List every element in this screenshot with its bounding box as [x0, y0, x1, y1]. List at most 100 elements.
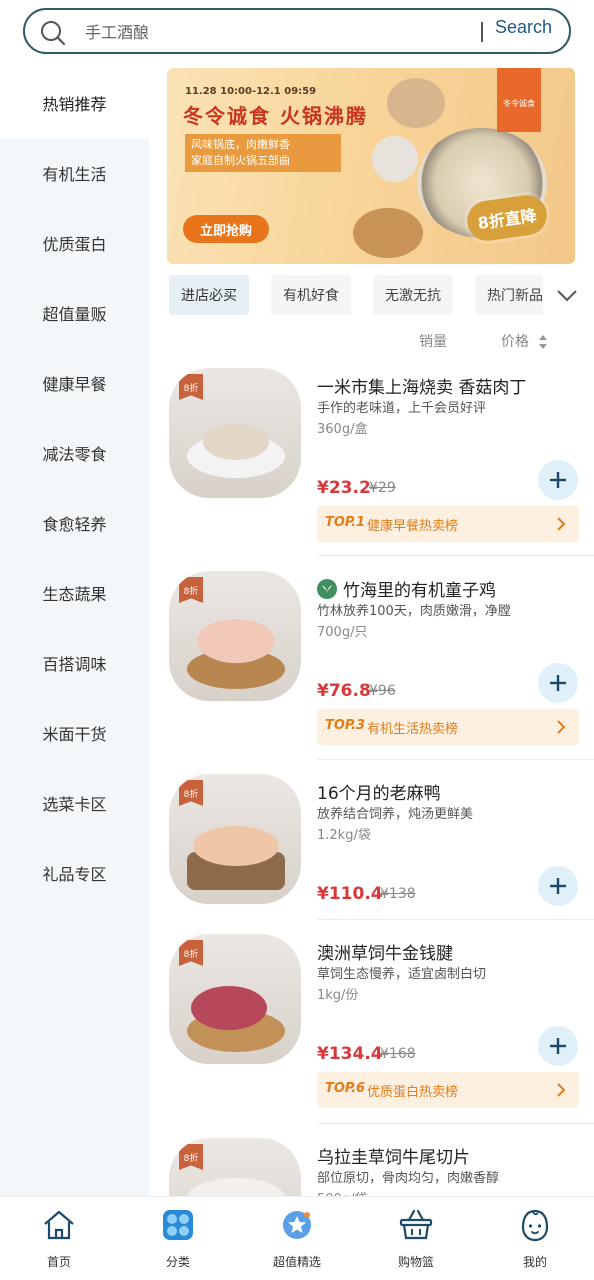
product-desc: 草饲生态慢养，适宜卤制白切	[317, 967, 487, 982]
sidebar-item-organic[interactable]: 有机生活	[0, 138, 149, 208]
banner-food-plate	[387, 78, 445, 128]
sidebar-item-protein[interactable]: 优质蛋白	[0, 208, 149, 278]
tab-must-buy[interactable]: 进店必买	[169, 275, 249, 315]
sidebar-item-snacks[interactable]: 减法零食	[0, 418, 149, 488]
product-title[interactable]: 一米市集上海烧卖 香菇肉丁	[317, 373, 526, 398]
search-button[interactable]: Search	[495, 17, 552, 38]
rank-text: 有机生活热卖榜	[367, 722, 459, 737]
app-page: Search 热销推荐 有机生活 优质蛋白 超值量贩 健康早餐 减法零食 食愈轻…	[0, 0, 594, 1280]
divider	[317, 1123, 594, 1124]
banner-subtitle: 风味锅底，肉嫩鲜香 家庭自制火锅五部曲	[185, 134, 341, 172]
sort-bar: 销量 价格	[149, 330, 594, 352]
product-price: ¥134.4	[317, 1044, 383, 1064]
discount-tag: 8折	[179, 780, 203, 806]
tab-new[interactable]: 热门新品	[475, 275, 543, 315]
nav-label: 分类	[165, 1255, 190, 1269]
plus-icon	[550, 472, 566, 488]
tab-no-hormone[interactable]: 无激无抗	[373, 275, 453, 315]
sort-price[interactable]: 价格	[501, 331, 529, 351]
sidebar-item-seasoning[interactable]: 百搭调味	[0, 628, 149, 698]
sidebar-item-veg-card[interactable]: 选菜卡区	[0, 768, 149, 838]
product-desc: 竹林放养100天，肉质嫩滑，净膛	[317, 604, 511, 619]
chevron-right-icon	[557, 720, 566, 734]
basket-icon	[399, 1209, 433, 1240]
product-spec: 1.2kg/袋	[317, 828, 371, 843]
sidebar-item-produce[interactable]: 生态蔬果	[0, 558, 149, 628]
nav-basket[interactable]: 购物篮	[357, 1197, 475, 1280]
nav-label: 超值精选	[272, 1255, 321, 1269]
plus-icon	[550, 1038, 566, 1054]
product-photo-shape	[197, 619, 275, 663]
discount-tag: 8折	[179, 577, 203, 603]
chevron-down-icon[interactable]	[552, 280, 582, 310]
add-to-cart-button[interactable]	[538, 460, 578, 500]
add-to-cart-button[interactable]	[538, 663, 578, 703]
product-title[interactable]: 16个月的老麻鸭	[317, 779, 441, 804]
product-image[interactable]: 8折	[169, 774, 301, 904]
product-title[interactable]: 澳洲草饲牛金钱腱	[317, 939, 453, 964]
chevron-right-icon	[557, 517, 566, 531]
search-input[interactable]	[85, 18, 465, 46]
plus-icon	[550, 675, 566, 691]
nav-label: 我的	[522, 1255, 547, 1269]
nav-label: 购物篮	[397, 1255, 434, 1269]
sidebar-item-hot[interactable]: 热销推荐	[0, 68, 149, 138]
product-image[interactable]: 8折	[169, 934, 301, 1064]
product-original-price: ¥138	[380, 886, 416, 902]
banner-buy-button[interactable]: 立即抢购	[183, 215, 269, 243]
sidebar-item-breakfast[interactable]: 健康早餐	[0, 348, 149, 418]
product-title[interactable]: 乌拉圭草饲牛尾切片	[317, 1143, 470, 1168]
divider	[317, 759, 594, 760]
product-spec: 360g/盒	[317, 422, 368, 437]
rank-number: TOP.1	[325, 515, 366, 530]
nav-category[interactable]: 分类	[119, 1197, 237, 1280]
product-photo-shape	[187, 1178, 285, 1196]
sidebar-item-grains[interactable]: 米面干货	[0, 698, 149, 768]
banner-food-plate	[353, 208, 423, 258]
discount-tag: 8折	[179, 1144, 203, 1170]
ranking-banner[interactable]: TOP.1 健康早餐热卖榜	[317, 506, 579, 542]
banner-logo: 冬令诚食	[497, 68, 541, 132]
product-desc: 部位原切，骨肉均匀，肉嫩香醇	[317, 1171, 500, 1186]
rank-number: TOP.6	[325, 1081, 366, 1096]
nav-profile[interactable]: 我的	[476, 1197, 594, 1280]
rank-number: TOP.3	[325, 718, 366, 733]
product-photo-shape	[193, 826, 279, 866]
banner-title: 冬令诚食 火锅沸腾	[183, 104, 368, 128]
sidebar-item-wellness[interactable]: 食愈轻养	[0, 488, 149, 558]
product-desc: 手作的老味道，上千会员好评	[317, 401, 487, 416]
category-icon	[163, 1210, 193, 1240]
search-bar[interactable]: Search	[23, 8, 571, 54]
product-spec: 1kg/份	[317, 988, 359, 1003]
product-original-price: ¥168	[380, 1046, 416, 1062]
sort-sales[interactable]: 销量	[419, 331, 447, 351]
product-price: ¥110.4	[317, 884, 383, 904]
product-image[interactable]: 8折	[169, 368, 301, 498]
home-icon	[44, 1210, 74, 1240]
star-badge-icon	[283, 1211, 311, 1239]
promo-banner[interactable]: 冬令诚食 11.28 10:00-12.1 09:59 冬令诚食 火锅沸腾 风味…	[167, 68, 575, 264]
product-price: ¥23.2	[317, 478, 371, 498]
product-price: ¥76.8	[317, 681, 371, 701]
nav-label: 首页	[46, 1255, 71, 1269]
ranking-banner[interactable]: TOP.6 优质蛋白热卖榜	[317, 1072, 579, 1108]
add-to-cart-button[interactable]	[538, 866, 578, 906]
product-title-text: 竹海里的有机童子鸡	[343, 581, 496, 601]
discount-tag: 8折	[179, 940, 203, 966]
organic-leaf-icon	[317, 579, 337, 599]
sidebar-item-bulk[interactable]: 超值量贩	[0, 278, 149, 348]
product-spec: 500g/袋	[317, 1188, 367, 1196]
nav-deals[interactable]: 超值精选	[238, 1197, 356, 1280]
tab-organic[interactable]: 有机好食	[271, 275, 351, 315]
product-photo-shape	[191, 986, 267, 1030]
sidebar-item-gifts[interactable]: 礼品专区	[0, 838, 149, 908]
add-to-cart-button[interactable]	[538, 1026, 578, 1066]
product-title[interactable]: 竹海里的有机童子鸡	[317, 576, 496, 601]
product-original-price: ¥29	[369, 480, 396, 496]
product-image[interactable]: 8折	[169, 1138, 301, 1196]
product-image[interactable]: 8折	[169, 571, 301, 701]
nav-home[interactable]: 首页	[0, 1197, 118, 1280]
sort-arrows-icon[interactable]	[538, 333, 548, 351]
ranking-banner[interactable]: TOP.3 有机生活热卖榜	[317, 709, 579, 745]
banner-subtitle-line: 家庭自制火锅五部曲	[191, 154, 290, 167]
